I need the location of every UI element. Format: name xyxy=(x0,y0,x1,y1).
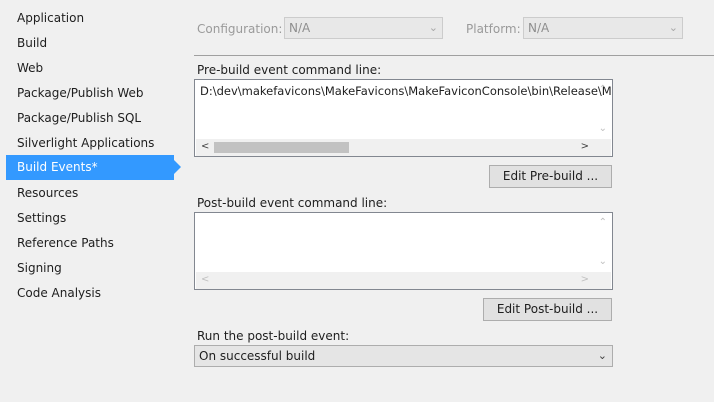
postbuild-horizontal-scrollbar[interactable]: < > xyxy=(196,272,611,289)
sidebar-item-build[interactable]: Build xyxy=(6,31,174,56)
postbuild-label: Post-build event command line: xyxy=(197,196,388,210)
chevron-down-icon[interactable]: ⌄ xyxy=(599,124,607,134)
separator xyxy=(194,55,714,56)
edit-postbuild-button[interactable]: Edit Post-build ... xyxy=(483,298,612,321)
chevron-down-icon[interactable]: ⌄ xyxy=(599,257,607,267)
chevron-right-icon[interactable]: > xyxy=(581,275,589,285)
postbuild-textarea[interactable]: ⌃ ⌄ < > xyxy=(194,212,613,290)
prebuild-text: D:\dev\makefavicons\MakeFavicons\MakeFav… xyxy=(200,84,612,98)
sidebar-item-code-analysis[interactable]: Code Analysis xyxy=(6,281,174,306)
chevron-left-icon[interactable]: < xyxy=(201,275,209,285)
sidebar-item-reference-paths[interactable]: Reference Paths xyxy=(6,231,174,256)
chevron-down-icon: ⌄ xyxy=(668,21,678,34)
sidebar-item-application[interactable]: Application xyxy=(6,6,174,31)
chevron-up-icon[interactable]: ⌃ xyxy=(599,218,607,228)
run-postbuild-label: Run the post-build event: xyxy=(197,329,350,343)
sidebar-item-package-publish-web[interactable]: Package/Publish Web xyxy=(6,81,174,106)
sidebar: Application Build Web Package/Publish We… xyxy=(0,0,182,402)
run-postbuild-value: On successful build xyxy=(199,349,316,363)
sidebar-item-web[interactable]: Web xyxy=(6,56,174,81)
sidebar-item-package-publish-sql[interactable]: Package/Publish SQL xyxy=(6,106,174,131)
configuration-value: N/A xyxy=(289,21,311,35)
sidebar-item-silverlight-applications[interactable]: Silverlight Applications xyxy=(6,131,174,156)
platform-label: Platform: xyxy=(466,22,521,36)
prebuild-horizontal-scrollbar[interactable]: < > xyxy=(196,139,611,156)
chevron-down-icon: ⌄ xyxy=(597,349,607,362)
chevron-left-icon[interactable]: < xyxy=(201,142,209,152)
prebuild-label: Pre-build event command line: xyxy=(197,63,382,77)
sidebar-item-signing[interactable]: Signing xyxy=(6,256,174,281)
platform-value: N/A xyxy=(528,21,550,35)
chevron-up-icon[interactable]: ⌃ xyxy=(599,85,607,95)
platform-select[interactable]: N/A ⌄ xyxy=(523,17,683,39)
sidebar-item-resources[interactable]: Resources xyxy=(6,181,174,206)
sidebar-item-settings[interactable]: Settings xyxy=(6,206,174,231)
prebuild-textarea[interactable]: D:\dev\makefavicons\MakeFavicons\MakeFav… xyxy=(194,79,613,157)
chevron-right-icon[interactable]: > xyxy=(581,142,589,152)
configuration-select[interactable]: N/A ⌄ xyxy=(284,17,443,39)
chevron-down-icon: ⌄ xyxy=(428,21,438,34)
configuration-label: Configuration: xyxy=(197,22,283,36)
scrollbar-thumb[interactable] xyxy=(214,142,349,153)
run-postbuild-select[interactable]: On successful build ⌄ xyxy=(194,345,613,367)
sidebar-item-build-events[interactable]: Build Events* xyxy=(6,155,181,180)
edit-prebuild-button[interactable]: Edit Pre-build ... xyxy=(489,165,612,188)
